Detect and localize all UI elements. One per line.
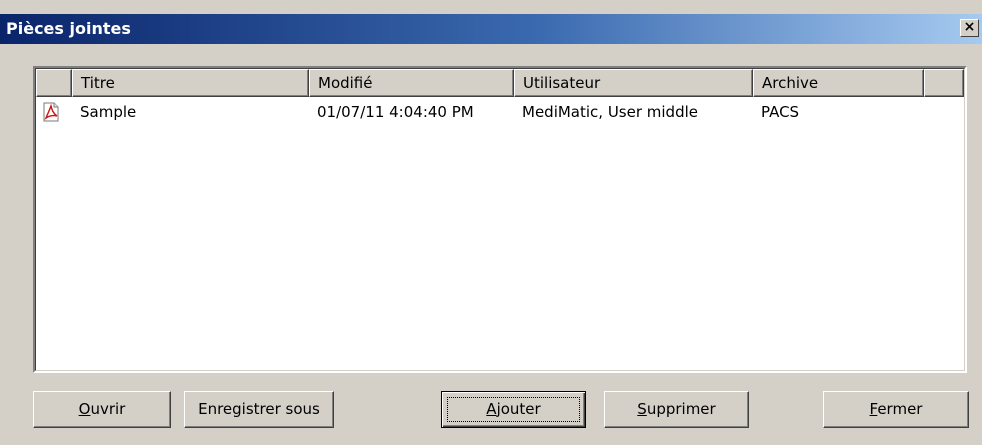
- save-as-button[interactable]: Enregistrer sous: [184, 391, 334, 428]
- row-archive: PACS: [761, 103, 800, 121]
- row-user: MediMatic, User middle: [522, 103, 699, 121]
- column-header-user[interactable]: Utilisateur: [514, 69, 753, 97]
- column-header-filler: [924, 69, 964, 97]
- add-button[interactable]: Ajouter: [441, 391, 586, 428]
- pdf-icon: [43, 102, 59, 122]
- open-button[interactable]: Ouvrir: [33, 391, 171, 428]
- column-header-modified[interactable]: Modifié: [309, 69, 514, 97]
- attachments-dialog: Pièces jointes × Titre Modifié Utilisate…: [0, 0, 982, 445]
- column-header-title[interactable]: Titre: [72, 69, 309, 97]
- column-header-archive[interactable]: Archive: [753, 69, 924, 97]
- attachments-list[interactable]: Titre Modifié Utilisateur Archive Sample…: [33, 66, 967, 373]
- list-header: Titre Modifié Utilisateur Archive: [36, 69, 964, 97]
- column-header-icon[interactable]: [36, 69, 72, 97]
- row-title: Sample: [80, 103, 137, 121]
- close-button[interactable]: Fermer: [823, 391, 969, 428]
- row-modified: 01/07/11 4:04:40 PM: [317, 103, 474, 121]
- title-bar: Pièces jointes ×: [0, 14, 982, 44]
- close-icon: ×: [963, 19, 976, 35]
- close-window-button[interactable]: ×: [960, 19, 979, 37]
- delete-button[interactable]: Supprimer: [604, 391, 749, 428]
- window-title: Pièces jointes: [6, 19, 131, 38]
- list-item[interactable]: Sample 01/07/11 4:04:40 PM MediMatic, Us…: [36, 97, 964, 127]
